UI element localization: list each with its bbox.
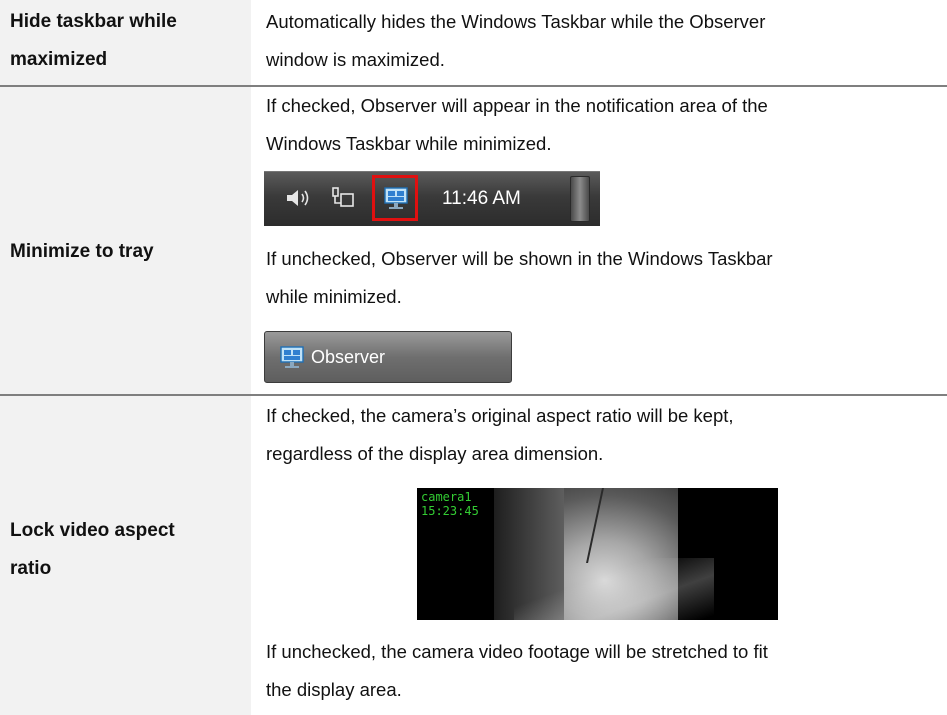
camera-feed-corner	[586, 488, 604, 563]
show-desktop-button	[570, 176, 590, 222]
row-hide-taskbar: Hide taskbar while maximized Automatical…	[0, 0, 947, 85]
row-label-line: Minimize to tray	[10, 241, 154, 262]
camera-timestamp: 15:23:45	[421, 504, 479, 518]
description-line: Windows Taskbar while minimized.	[266, 133, 552, 154]
network-icon	[332, 187, 354, 207]
camera-name: camera1	[421, 490, 472, 504]
notification-area-screenshot: 11:46 AM	[264, 171, 600, 226]
observer-icon	[280, 346, 304, 368]
description-line: regardless of the display area dimension…	[266, 443, 604, 464]
description-line: while minimized.	[266, 286, 402, 307]
taskbar-button-label: Observer	[311, 347, 386, 367]
tray-highlight-box	[372, 175, 418, 221]
description-line: If checked, the camera’s original aspect…	[266, 405, 734, 426]
description-line: window is maximized.	[266, 49, 445, 70]
row-label-line: Hide taskbar while	[10, 11, 177, 32]
speaker-icon	[287, 190, 309, 206]
description-line: Automatically hides the Windows Taskbar …	[266, 11, 766, 32]
description-line: If unchecked, Observer will be shown in …	[266, 248, 773, 269]
camera-feed	[494, 488, 714, 620]
clock-time: 11:46 AM	[442, 188, 521, 209]
description-line: If unchecked, the camera video footage w…	[266, 641, 768, 662]
row-label-line: ratio	[10, 558, 52, 579]
row-label-line: Lock video aspect	[10, 520, 175, 541]
camera-feed-floor	[514, 558, 714, 620]
description-line: the display area.	[266, 679, 402, 700]
camera-overlay-text: camera1 15:23:45	[421, 490, 479, 518]
camera-aspect-example: camera1 15:23:45	[417, 488, 778, 620]
observer-tray-icon	[384, 187, 408, 209]
observer-taskbar-button-screenshot: Observer	[264, 331, 512, 383]
description-line: If checked, Observer will appear in the …	[266, 95, 768, 116]
row-label-line: maximized	[10, 49, 108, 70]
